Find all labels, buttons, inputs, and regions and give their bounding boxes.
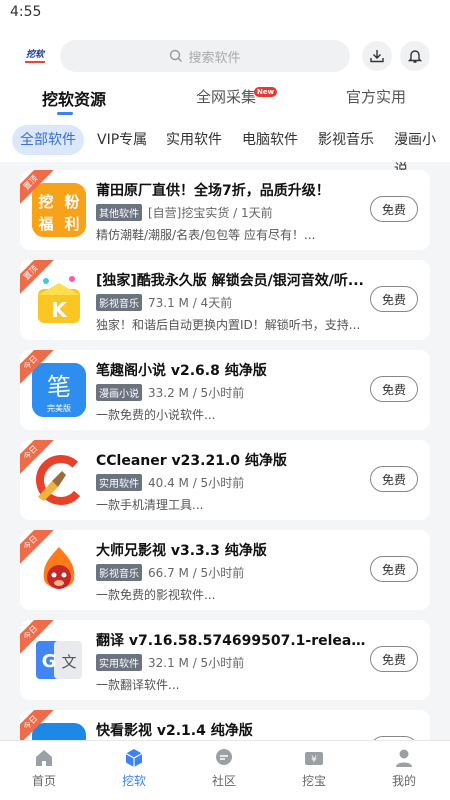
nav-profile[interactable]: 我的 (374, 747, 434, 789)
app-meta: 33.2 M / 5小时前 (148, 386, 245, 400)
wallet-icon: ¥ (305, 752, 323, 765)
app-desc: 一款免费的影视软件... (96, 588, 216, 602)
status-bar: 4:55 (0, 0, 450, 30)
list-item[interactable]: 今日 CCleaner v23.21.0 纯净版 实用软件 40.4 M / 5小… (20, 440, 430, 520)
app-desc: 独家！和谐后自动更换内置ID！解锁听书，支持... (96, 318, 361, 332)
download-icon (370, 50, 384, 63)
category-tag: 其他软件 (96, 204, 142, 221)
chip-all[interactable]: 全部软件 (12, 125, 84, 155)
app-name: 大师兄影视 v3.3.3 纯净版 (96, 543, 267, 559)
top-bar: 挖软 搜索软件 (0, 30, 450, 82)
free-button[interactable]: 免费 (370, 196, 418, 222)
search-placeholder: 搜索软件 (188, 50, 241, 66)
free-button[interactable]: 免费 (370, 286, 418, 312)
app-desc: 精仿潮鞋/潮服/名表/包包等 应有尽有！... (96, 228, 316, 242)
chip-vip[interactable]: VIP专属 (89, 125, 155, 155)
nav-wr-label: 挖软 (121, 774, 146, 788)
app-name: CCleaner v23.21.0 纯净版 (96, 453, 287, 469)
app-meta: 32.1 M / 5小时前 (148, 656, 245, 670)
chat-icon (216, 749, 232, 765)
fuli-char-4: 利 (64, 215, 79, 233)
category-tag: 漫画小说 (96, 384, 142, 401)
app-desc: 一款免费的小说软件... (96, 408, 216, 422)
app-logo[interactable]: 挖软 (20, 44, 50, 68)
home-icon (36, 750, 52, 766)
tab-indicator (57, 112, 73, 115)
app-meta: 73.1 M / 4天前 (148, 296, 233, 310)
nav-community[interactable]: 社区 (194, 747, 254, 789)
list-item[interactable]: 笔 完美版 今日 笔趣阁小说 v2.6.8 纯净版 漫画小说 33.2 M / 5… (20, 350, 430, 430)
logo-text: 挖软 (25, 49, 44, 60)
svg-text:文: 文 (61, 653, 76, 671)
chip-comics[interactable]: 漫画小说 (386, 125, 450, 178)
nav-community-label: 社区 (211, 774, 236, 788)
list-item[interactable]: G 文 今日 翻译 v7.16.58.574699507.1-release 纯… (20, 620, 430, 700)
translate-app-icon: G 文 (32, 633, 86, 687)
list-item[interactable]: K 置顶 [独家]酷我永久版 解锁会员/银河音效/听... 影视音乐 73.1 M… (20, 260, 430, 340)
app-list: 挖 粉 福 利 置顶 莆田原厂直供！全场7折，品质升级！ 其他软件 [自营]挖宝实… (0, 162, 450, 740)
category-tag: 实用软件 (96, 474, 142, 491)
app-desc: 一款翻译软件... (96, 678, 180, 692)
notification-button[interactable] (400, 41, 430, 71)
fuli-char-3: 福 (37, 215, 53, 233)
free-button[interactable]: 免费 (370, 376, 418, 402)
app-name: [独家]酷我永久版 解锁会员/银河音效/听... (96, 273, 364, 289)
biquge-app-icon: 笔 完美版 (32, 363, 86, 417)
bell-icon (407, 50, 423, 63)
free-button[interactable]: 免费 (370, 556, 418, 582)
tab-official[interactable]: 官方实用 (346, 86, 406, 107)
free-button[interactable]: 免费 (370, 466, 418, 492)
biquge-glyph: 笔 (47, 373, 71, 401)
app-name: 翻译 v7.16.58.574699507.1-release 纯... (96, 633, 366, 649)
chip-pc[interactable]: 电脑软件 (234, 125, 306, 155)
search-icon (170, 49, 183, 62)
app-name: 快看影视 v2.1.4 纯净版 (96, 723, 253, 739)
tab-network-collect[interactable]: 全网采集 (196, 86, 256, 107)
nav-treasure-label: 挖宝 (301, 774, 326, 788)
list-item[interactable]: 挖 粉 福 利 置顶 莆田原厂直供！全场7折，品质升级！ 其他软件 [自营]挖宝实… (20, 170, 430, 250)
nav-treasure[interactable]: ¥ 挖宝 (284, 747, 344, 789)
chip-media[interactable]: 影视音乐 (310, 125, 382, 155)
app-desc: 一款手机清理工具... (96, 498, 204, 512)
app-meta: 40.4 M / 5小时前 (148, 476, 245, 490)
kuaikan-app-icon (32, 723, 86, 740)
category-tag: 影视音乐 (96, 564, 142, 581)
svg-text:K: K (51, 298, 68, 322)
nav-home[interactable]: 首页 (14, 747, 74, 789)
top-tabs: 挖软资源 全网采集 New 官方实用 (0, 82, 450, 120)
svg-text:¥: ¥ (311, 755, 317, 765)
chip-utility[interactable]: 实用软件 (158, 125, 230, 155)
app-name: 笔趣阁小说 v2.6.8 纯净版 (96, 363, 267, 379)
search-input[interactable]: 搜索软件 (60, 40, 350, 72)
download-button[interactable] (362, 41, 392, 71)
category-tag: 影视音乐 (96, 294, 142, 311)
new-badge: New (254, 87, 278, 97)
nav-wr[interactable]: 挖软 (104, 747, 164, 789)
nav-home-label: 首页 (31, 774, 56, 788)
list-item[interactable]: 今日 大师兄影视 v3.3.3 纯净版 影视音乐 66.7 M / 5小时前 一款… (20, 530, 430, 610)
status-time: 4:55 (10, 4, 42, 20)
svg-text:G: G (42, 651, 57, 672)
fuli-char-1: 挖 (38, 193, 53, 211)
user-icon (396, 749, 412, 767)
kuwo-app-icon: K (32, 273, 86, 327)
category-tag: 实用软件 (96, 654, 142, 671)
list-item[interactable]: 今日 快看影视 v2.1.4 纯净版 免费 (20, 710, 430, 740)
ccleaner-app-icon (32, 453, 86, 507)
monkey-app-icon (32, 543, 86, 597)
cube-icon (125, 749, 143, 767)
free-button[interactable]: 免费 (370, 646, 418, 672)
app-meta: 66.7 M / 5小时前 (148, 566, 245, 580)
app-meta: [自营]挖宝实货 / 1天前 (148, 206, 273, 220)
app-name: 莆田原厂直供！全场7折，品质升级！ (96, 183, 330, 199)
tab-wr-resources[interactable]: 挖软资源 (42, 86, 106, 110)
fuli-char-2: 粉 (64, 193, 79, 211)
biquge-subtitle: 完美版 (47, 403, 71, 413)
nav-profile-label: 我的 (391, 774, 416, 788)
category-chips: 全部软件 VIP专属 实用软件 电脑软件 影视音乐 漫画小说 (0, 120, 450, 178)
fuli-app-icon: 挖 粉 福 利 (32, 183, 86, 237)
bottom-nav: 首页 挖软 社区 ¥ 挖宝 我的 (0, 740, 450, 800)
